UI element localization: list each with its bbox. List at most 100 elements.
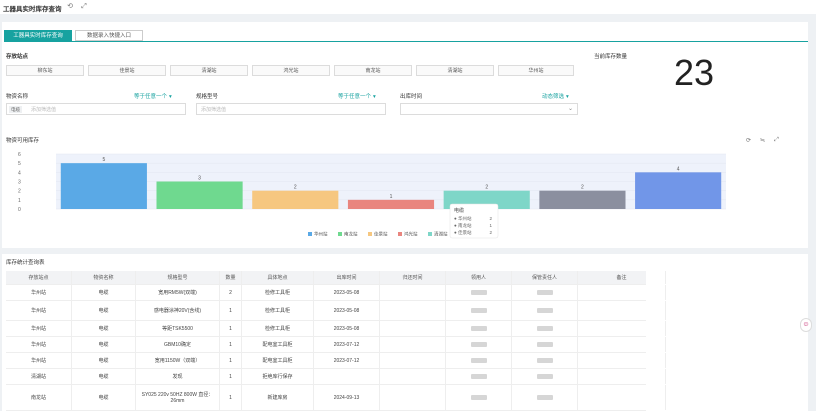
redacted-name [536, 308, 553, 313]
table-cell [446, 353, 512, 368]
table-row[interactable]: 华州站 电缆 宽用1150W（双端） 1 配电室工具柜 2023-07-12 [6, 353, 666, 369]
table-cell-text: 华州站 [30, 357, 46, 364]
station-button[interactable]: 华州站 [498, 65, 574, 76]
table-row[interactable]: 清湖站 电缆 发现 1 拒绝库行保存 [6, 369, 666, 385]
out-time-operator[interactable]: 动态筛选 ▾ [542, 92, 569, 100]
table-cell: 电缆 [72, 337, 136, 352]
redacted-name [536, 290, 553, 295]
table-cell [578, 385, 666, 410]
legend-swatch [308, 232, 312, 236]
bar-value-label: 2 [294, 185, 297, 191]
column-header: 备注 [578, 271, 666, 284]
item-name-tag[interactable]: 电缆 [9, 106, 22, 113]
table-cell-text: 发现 [172, 373, 183, 380]
table-cell [512, 301, 578, 320]
caret-down-icon: ▾ [566, 94, 569, 100]
spec-operator[interactable]: 等于任意一个 ▾ [338, 92, 376, 100]
out-time-label: 出库时间 [400, 94, 423, 100]
table-cell-text: 2024-09-13 [333, 394, 360, 401]
table-cell-text: 南龙站 [30, 394, 46, 401]
item-name-label: 物资名称 [6, 94, 29, 100]
legend-label: 清湖站 [434, 231, 448, 238]
table-cell: 电缆 [72, 301, 136, 320]
out-time-select[interactable]: ⌄ [400, 103, 578, 115]
tooltip-row-label: ● 佳景站 [454, 229, 472, 236]
fullscreen-icon[interactable]: ⤢ [773, 137, 780, 144]
query-panel: 工器具实时库存查询 数据录入快捷入口 存放站点 柳东站 佳景站 清湖站 鸿光站 … [2, 22, 808, 248]
bar [539, 190, 626, 209]
table-cell-text: 2023-07-12 [333, 341, 360, 348]
table-cell-text: 检修工具柜 [264, 325, 290, 332]
column-header-label: 规格型号 [167, 274, 188, 281]
table-cell-text: 1 [229, 357, 232, 364]
table-row[interactable]: 华州站 电缆 等距TSK5500 1 检修工具柜 2023-05-08 [6, 321, 666, 337]
y-tick-label: 2 [18, 189, 21, 195]
legend-swatch [398, 232, 402, 236]
table-row[interactable]: 南龙站 电缆 SY025 220v 50HZ 800W 直径：26mm 1 新建库房 20… [6, 385, 666, 411]
table-cell: 2023-07-12 [314, 337, 380, 352]
y-tick-label: 4 [18, 170, 21, 176]
fullscreen-icon[interactable]: ⤢ [80, 3, 88, 11]
table-cell: 清湖站 [6, 369, 72, 384]
column-header: 出库时间 [314, 271, 380, 284]
table-cell-text: 等距TSK5500 [162, 325, 193, 332]
table-row[interactable]: 华州站 电缆 宽用RM5W(双端) 2 检修工具柜 2023-05-08 [6, 285, 666, 301]
tooltip-title: 电缆 [454, 207, 464, 214]
column-header: 规格型号 [136, 271, 220, 284]
table-cell: 电缆 [72, 353, 136, 368]
table-cell-text: 1 [229, 394, 232, 401]
table-cell: 宽用1150W（双端） [136, 353, 220, 368]
y-tick-label: 3 [18, 180, 21, 186]
station-button[interactable]: 佳景站 [88, 65, 166, 76]
bar-value-label: 4 [677, 166, 680, 172]
table-row[interactable]: 华州站 电缆 感电器涂神20V(含线) 1 检修工具柜 2023-05-08 [6, 301, 666, 321]
table-cell-text: SY025 220v 50HZ 800W 直径：26mm [141, 391, 214, 404]
refresh-icon[interactable]: ⟲ [66, 3, 74, 11]
item-name-input[interactable]: 电缆 添加筛选值 [6, 103, 186, 115]
tooltip-row-label: ● 南龙站 [454, 222, 472, 229]
redacted-name [470, 374, 487, 379]
station-button[interactable]: 南龙站 [334, 65, 412, 76]
redacted-name [536, 358, 553, 363]
table-cell-text: 电缆 [98, 373, 109, 380]
redacted-name [536, 374, 553, 379]
table-cell-text: 1 [229, 341, 232, 348]
filter-icon[interactable]: ≒ [759, 137, 766, 144]
item-name-operator[interactable]: 等于任意一个 ▾ [134, 92, 172, 100]
refresh-icon[interactable]: ⟳ [745, 137, 752, 144]
table-cell [380, 301, 446, 320]
station-button[interactable]: 鸿光站 [252, 65, 330, 76]
bar-value-label: 1 [390, 194, 393, 200]
table-cell [512, 321, 578, 336]
legend-label: 南龙站 [344, 231, 358, 238]
window-title: 工器具实时库存查询 [3, 6, 62, 13]
table-cell: 检修工具柜 [242, 285, 314, 300]
table-row[interactable]: 华州站 电缆 GBM10确定 1 配电室工具柜 2023-07-12 [6, 337, 666, 353]
station-button[interactable]: 柳东站 [6, 65, 84, 76]
table-cell: 电缆 [72, 385, 136, 410]
table-cell [446, 385, 512, 410]
table-cell-text: 宽用RM5W(双端) [158, 289, 197, 296]
station-button[interactable]: 清湖站 [416, 65, 494, 76]
bar-value-label: 3 [198, 176, 201, 182]
table-cell: 2 [220, 285, 242, 300]
table-cell: 感电器涂神20V(含线) [136, 301, 220, 320]
tab-data-entry[interactable]: 数据录入快捷入口 [75, 30, 143, 41]
column-header: 保管责任人 [512, 271, 578, 284]
table-cell-text: 电缆 [98, 341, 109, 348]
tab-realtime-stock[interactable]: 工器具实时库存查询 [4, 30, 72, 41]
table-caption: 库存统计查询表 [6, 260, 45, 266]
spec-operator-label: 等于任意一个 [338, 94, 372, 100]
spec-input[interactable]: 添加筛选值 [196, 103, 386, 115]
station-button[interactable]: 清湖站 [170, 65, 248, 76]
column-header-label: 保管责任人 [531, 274, 557, 281]
assistant-avatar[interactable]: ☺ [800, 318, 812, 332]
table-cell: 1 [220, 337, 242, 352]
redacted-name [536, 395, 553, 400]
table-cell: 检修工具柜 [242, 301, 314, 320]
table-cell: SY025 220v 50HZ 800W 直径：26mm [136, 385, 220, 410]
table-cell: 2023-07-12 [314, 353, 380, 368]
tooltip-row-label: ● 华州站 [454, 215, 472, 222]
table-cell-text: 2 [229, 289, 232, 296]
column-header: 物资名称 [72, 271, 136, 284]
